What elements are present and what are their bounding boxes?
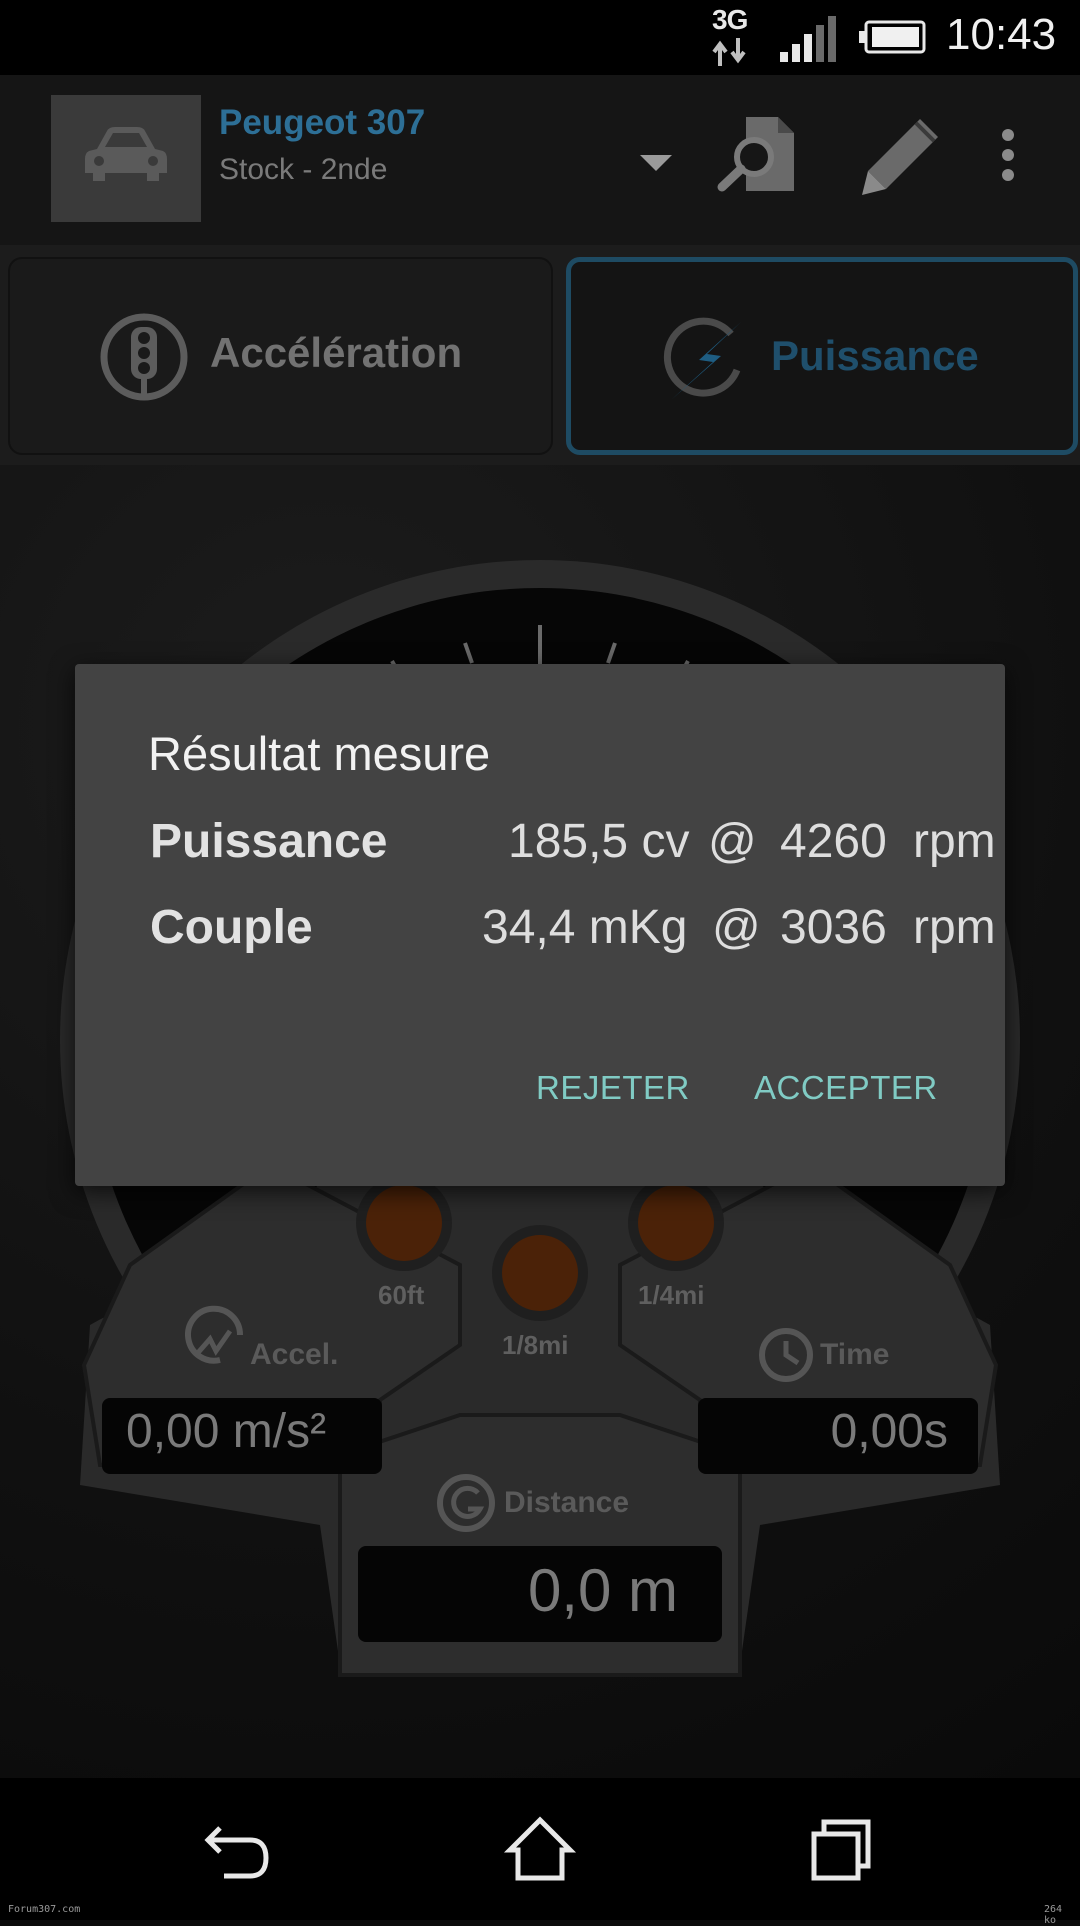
car-icon bbox=[85, 127, 167, 181]
torque-result-row: Couple 34,4 mKg @ 3036 rpm bbox=[150, 900, 996, 960]
car-name[interactable]: Peugeot 307 bbox=[219, 103, 425, 143]
dropdown-arrow-icon[interactable] bbox=[636, 151, 676, 175]
power-rpm: 4260 bbox=[780, 815, 887, 868]
distance-label: Distance bbox=[504, 1486, 630, 1519]
tab-label: Puissance bbox=[771, 332, 979, 379]
result-dialog: Résultat mesure Puissance 185,5 cv @ 426… bbox=[75, 664, 1005, 1186]
mode-tabs: Accélération Puissance bbox=[0, 245, 1080, 465]
data-arrows-icon bbox=[712, 38, 746, 66]
reject-button[interactable]: REJETER bbox=[536, 1069, 690, 1107]
power-result-row: Puissance 185,5 cv @ 4260 rpm bbox=[150, 814, 996, 874]
car-config[interactable]: Stock - 2nde bbox=[219, 153, 387, 187]
time-label: Time bbox=[820, 1338, 890, 1371]
light-label-60ft: 60ft bbox=[378, 1280, 425, 1310]
network-type: 3G bbox=[712, 4, 748, 35]
search-document-icon[interactable] bbox=[716, 115, 796, 193]
torque-label: Couple bbox=[150, 901, 313, 954]
footer-watermark: Forum307.com bbox=[8, 1904, 81, 1915]
app-toolbar: Peugeot 307 Stock - 2nde bbox=[0, 75, 1080, 245]
distance-readout: 0,0 m bbox=[358, 1546, 722, 1642]
time-readout: 0,00s bbox=[698, 1398, 978, 1474]
lightning-icon bbox=[663, 317, 741, 400]
overflow-menu-icon[interactable] bbox=[996, 127, 1020, 183]
car-thumbnail[interactable] bbox=[51, 95, 201, 222]
status-bar: 3G 10:43 bbox=[0, 0, 1080, 75]
navigation-bar bbox=[0, 1778, 1080, 1920]
light-label-eighth-mile: 1/8mi bbox=[502, 1330, 569, 1360]
dialog-title: Résultat mesure bbox=[148, 727, 491, 780]
traffic-light-icon bbox=[100, 313, 188, 401]
footer-file-size: 264 ko bbox=[1044, 1904, 1063, 1926]
power-rpm-unit: rpm bbox=[913, 815, 996, 868]
back-icon[interactable] bbox=[200, 1814, 280, 1884]
signal-icon bbox=[780, 16, 836, 62]
torque-value: 34,4 mKg bbox=[482, 901, 688, 954]
accel-readout: 0,00 m/s² bbox=[102, 1398, 382, 1474]
torque-at: @ bbox=[712, 901, 761, 954]
pencil-icon[interactable] bbox=[860, 115, 942, 197]
power-at: @ bbox=[708, 815, 757, 868]
accel-label: Accel. bbox=[250, 1338, 339, 1371]
clock: 10:43 bbox=[946, 10, 1057, 59]
torque-rpm: 3036 bbox=[780, 901, 887, 954]
accept-button[interactable]: ACCEPTER bbox=[754, 1069, 938, 1107]
power-label: Puissance bbox=[150, 815, 388, 868]
power-value: 185,5 cv bbox=[508, 815, 690, 868]
tab-puissance[interactable]: Puissance bbox=[566, 257, 1078, 455]
tab-label: Accélération bbox=[210, 329, 463, 376]
light-label-quarter-mile: 1/4mi bbox=[638, 1280, 705, 1310]
home-icon[interactable] bbox=[500, 1814, 580, 1884]
torque-rpm-unit: rpm bbox=[913, 901, 996, 954]
recents-icon[interactable] bbox=[800, 1814, 880, 1884]
battery-icon bbox=[859, 20, 926, 54]
tab-acceleration[interactable]: Accélération bbox=[8, 257, 553, 455]
